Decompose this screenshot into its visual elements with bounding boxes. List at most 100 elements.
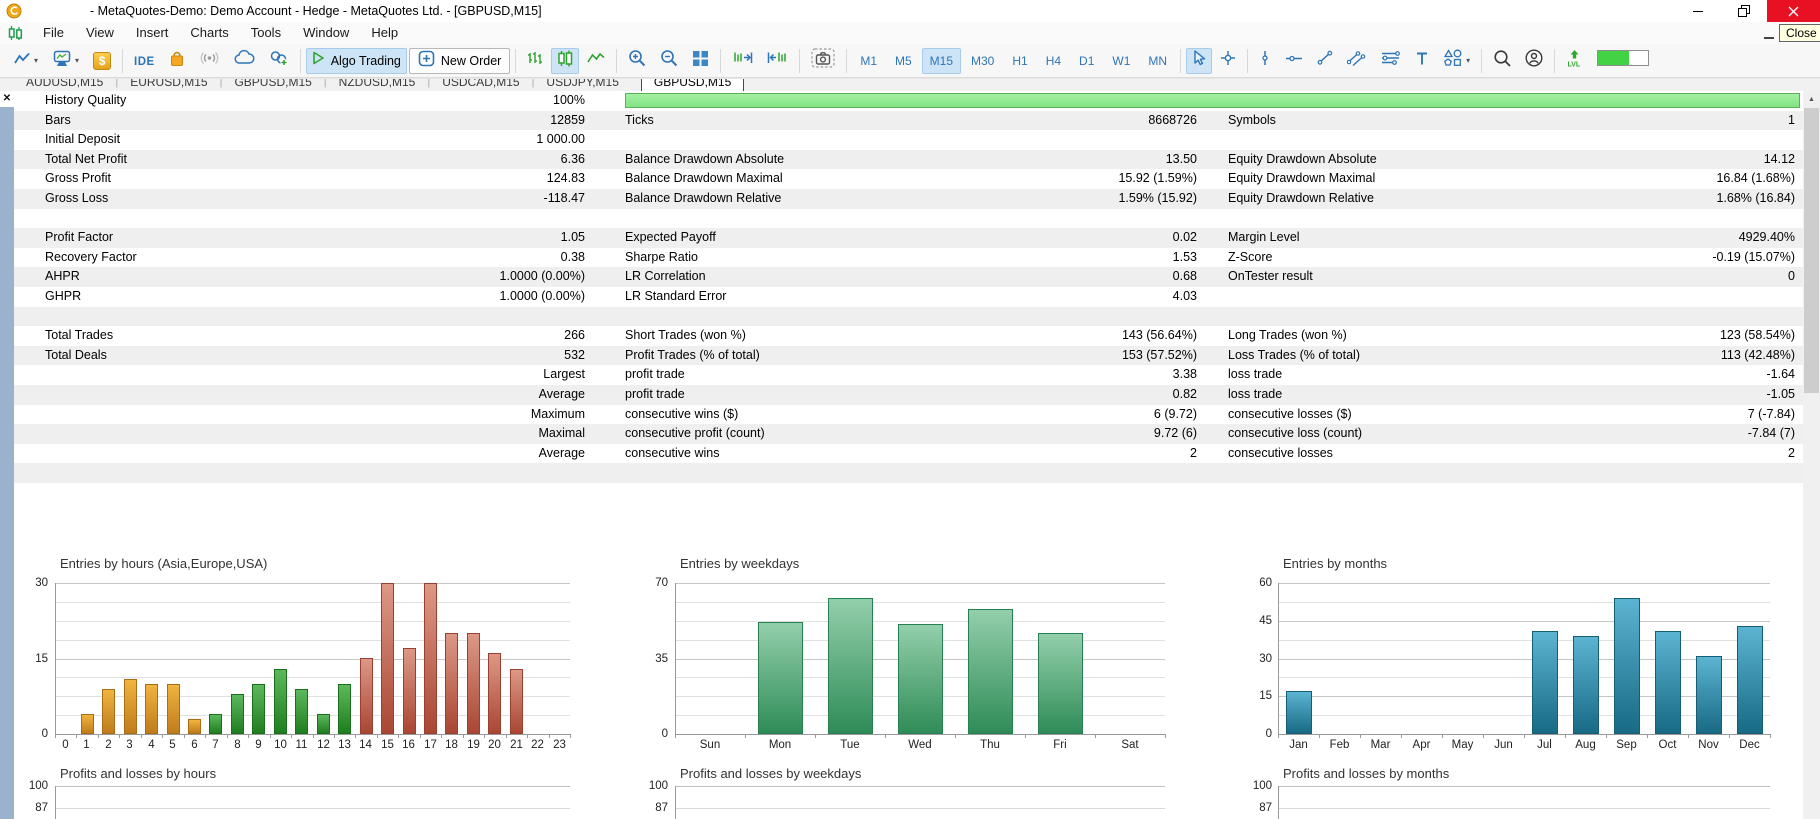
horizontal-line-button[interactable] (1279, 48, 1309, 74)
y-axis-label: 60 (1238, 576, 1272, 590)
new-order-button[interactable]: New Order (409, 48, 510, 74)
channel-button[interactable] (1341, 48, 1372, 74)
chart-style-button[interactable]: ▾ (7, 48, 44, 74)
zoom-out-button[interactable] (654, 48, 684, 74)
signals-button[interactable] (193, 48, 226, 74)
stat-value: -1.64 (1568, 365, 1795, 385)
tile-windows-button[interactable] (686, 48, 715, 74)
connection-status[interactable] (1591, 48, 1655, 74)
chart-title: Entries by weekdays (680, 556, 799, 571)
chart-tab-usdcad-m15[interactable]: USDCAD,M15 (430, 78, 531, 91)
mdi-minimize-icon[interactable] (1764, 37, 1774, 39)
menu-file[interactable]: File (32, 25, 75, 40)
gridline (675, 786, 1165, 787)
stat-label: OnTester result (1228, 267, 1568, 287)
menu-window[interactable]: Window (292, 25, 360, 40)
line-chart-button[interactable] (581, 48, 611, 74)
timeframe-h1[interactable]: H1 (1004, 48, 1035, 74)
stat-label: Expected Payoff (625, 228, 965, 248)
text-label-button[interactable] (1409, 48, 1435, 74)
algo-trading-button[interactable]: Algo Trading (306, 48, 407, 74)
x-axis-label: 19 (463, 739, 484, 752)
timeframe-m1[interactable]: M1 (852, 48, 885, 74)
timeframe-m5[interactable]: M5 (887, 48, 920, 74)
stat-value: -0.19 (15.07%) (1568, 248, 1795, 268)
stat-value: 0.68 (965, 267, 1197, 287)
bar-7 (209, 714, 222, 734)
menu-tools[interactable]: Tools (240, 25, 292, 40)
vps-cloud-button[interactable] (228, 48, 261, 74)
shift-chart-end-button[interactable] (726, 48, 759, 74)
screenshot-button[interactable] (805, 48, 841, 74)
menu-view[interactable]: View (75, 25, 125, 40)
market-button[interactable] (163, 48, 191, 74)
scrollbar-thumb[interactable] (1804, 108, 1819, 393)
chart-tabs: AUDUSD,M15|EURUSD,M15|GBPUSD,M15|NZDUSD,… (0, 79, 1820, 91)
profiles-button[interactable]: ▾ (46, 48, 85, 74)
vertical-scrollbar[interactable]: ▲ (1803, 91, 1820, 819)
trendline-button[interactable] (1311, 48, 1339, 74)
timeframe-m30[interactable]: M30 (963, 48, 1002, 74)
titlebar: - MetaQuotes-Demo: Demo Account - Hedge … (0, 0, 1820, 22)
chart-tab-gbpusd-m15[interactable]: GBPUSD,M15 (641, 78, 744, 91)
axis-tick (506, 734, 507, 738)
x-axis-label: Jul (1524, 739, 1565, 752)
minimize-button[interactable] (1675, 0, 1721, 22)
stat-label: Profit Factor (45, 228, 375, 248)
axis-tick (291, 734, 292, 738)
stat-label: LR Correlation (625, 267, 965, 287)
bar-10 (274, 669, 287, 734)
account-button[interactable] (1519, 48, 1549, 74)
chart-tab-gbpusd-m15[interactable]: GBPUSD,M15 (222, 78, 323, 91)
x-axis-label: Oct (1647, 739, 1688, 752)
timeframe-m15[interactable]: M15 (922, 48, 961, 74)
table-row: Gross Loss-118.47Balance Drawdown Relati… (14, 189, 1803, 209)
zoom-in-button[interactable] (622, 48, 652, 74)
report-close-button[interactable]: ✕ (0, 91, 14, 107)
chart-tab-nzdusd-m15[interactable]: NZDUSD,M15 (327, 78, 428, 91)
scroll-up-arrow-icon[interactable]: ▲ (1803, 91, 1820, 108)
chart-tab-audusd-m15[interactable]: AUDUSD,M15 (14, 78, 115, 91)
levels-status[interactable]: LVL (1560, 48, 1589, 74)
shapes-button[interactable]: ▾ (1437, 48, 1476, 74)
menu-insert[interactable]: Insert (125, 25, 180, 40)
menu-help[interactable]: Help (360, 25, 409, 40)
close-button[interactable] (1767, 0, 1820, 22)
timeframe-w1[interactable]: W1 (1104, 48, 1138, 74)
timeframe-d1[interactable]: D1 (1071, 48, 1102, 74)
chart-tab-eurusd-m15[interactable]: EURUSD,M15 (118, 78, 219, 91)
auto-scroll-button[interactable] (761, 48, 794, 74)
axis-tick (955, 734, 956, 738)
stat-label: consecutive profit (count) (625, 424, 965, 444)
stat-label: Z-Score (1228, 248, 1568, 268)
restore-button[interactable] (1721, 0, 1767, 22)
timeframe-mn[interactable]: MN (1140, 48, 1175, 74)
timeframe-h4[interactable]: H4 (1038, 48, 1069, 74)
dropdown-arrow-icon: ▾ (34, 56, 38, 65)
stat-value: Maximum (375, 405, 585, 425)
axis-tick (1360, 734, 1361, 738)
minimize-icon (1693, 11, 1703, 12)
bar-chart-button[interactable] (521, 48, 549, 74)
bar-18 (445, 633, 458, 734)
chart-tab-usdjpy-m15[interactable]: USDJPY,M15 (534, 78, 630, 91)
stat-label: consecutive loss (count) (1228, 424, 1568, 444)
axis-tick (1729, 734, 1730, 738)
market-watch-button[interactable]: $ (87, 48, 117, 74)
table-row: Largestprofit trade3.38loss trade-1.64 (14, 365, 1803, 385)
axis-tick (1319, 734, 1320, 738)
table-row: Profit Factor1.05Expected Payoff0.02Marg… (14, 228, 1803, 248)
metaeditor-button[interactable]: IDE (128, 48, 161, 74)
bar-6 (188, 719, 201, 734)
copy-trading-button[interactable] (263, 48, 295, 74)
y-axis-label: 87 (1238, 801, 1272, 815)
vertical-line-button[interactable] (1253, 48, 1277, 74)
candle-chart-button[interactable] (551, 48, 579, 74)
fibonacci-button[interactable] (1374, 48, 1407, 74)
x-axis-label: Nov (1688, 739, 1729, 752)
menu-charts[interactable]: Charts (179, 25, 239, 40)
crosshair-button[interactable] (1214, 48, 1242, 74)
cursor-button[interactable] (1186, 48, 1212, 74)
stat-label: Loss Trades (% of total) (1228, 346, 1568, 366)
search-button[interactable] (1487, 48, 1517, 74)
